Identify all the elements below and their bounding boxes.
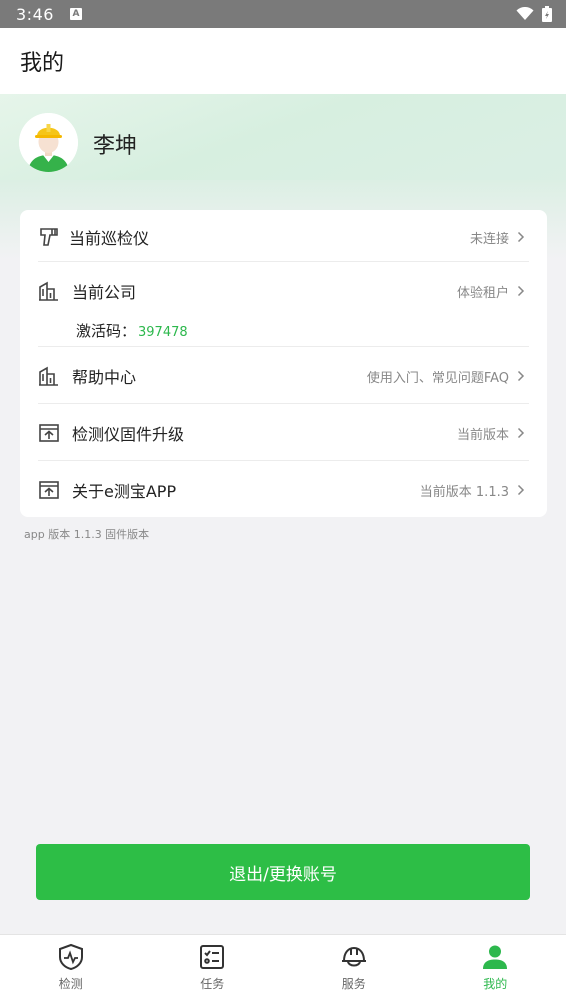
activation-code-value: 397478 (138, 325, 188, 340)
activation-code-label: 激活码： (76, 322, 137, 340)
tab-detect[interactable]: 检测 (0, 935, 142, 1006)
divider (38, 346, 529, 347)
inspection-device-icon (38, 226, 60, 248)
notification-badge-icon: A (69, 8, 82, 20)
worker-avatar-icon (19, 113, 78, 172)
logout-button[interactable]: 退出/更换账号 (36, 844, 530, 900)
settings-item-label: 当前巡检仪 (69, 229, 150, 248)
bottom-tab-bar: 检测 任务 服务 我的 (0, 934, 566, 1006)
settings-item-inspection-device[interactable]: 当前巡检仪 未连接 (38, 224, 529, 250)
settings-item-help-center[interactable]: 帮助中心 使用入门、常见问题FAQ (38, 363, 529, 389)
settings-item-label: 关于e测宝APP (72, 482, 177, 501)
tab-tasks[interactable]: 任务 (142, 935, 284, 1006)
divider (38, 261, 529, 262)
status-bar: 3:46 A (0, 0, 566, 28)
battery-icon (542, 6, 552, 22)
activation-code-row: 激活码： 397478 (76, 320, 188, 341)
page-title: 我的 (20, 51, 65, 76)
settings-item-value: 当前版本 (456, 427, 509, 443)
version-note: app 版本 1.1.3 固件版本 (24, 528, 150, 541)
settings-item-label: 检测仪固件升级 (72, 425, 185, 444)
building-icon (38, 365, 60, 387)
tab-label: 任务 (200, 977, 225, 991)
settings-card: 当前巡检仪 未连接 当前公司 体验租户 激活码： 397478 帮助中心 使用入… (20, 210, 547, 517)
wifi-icon (516, 7, 534, 20)
chevron-right-icon (517, 370, 529, 382)
settings-item-firmware-upgrade[interactable]: 检测仪固件升级 当前版本 (38, 420, 529, 446)
tab-label: 我的 (483, 977, 508, 991)
settings-item-value: 使用入门、常见问题FAQ (366, 370, 509, 386)
user-name: 李坤 (93, 134, 138, 159)
settings-item-value: 未连接 (469, 231, 509, 247)
tab-service[interactable]: 服务 (283, 935, 425, 1006)
checklist-icon (200, 945, 225, 969)
settings-item-about-app[interactable]: 关于e测宝APP 当前版本 1.1.3 (38, 477, 529, 503)
upgrade-icon (38, 479, 60, 501)
tab-label: 服务 (341, 977, 366, 991)
chevron-right-icon (517, 285, 529, 297)
settings-item-label: 帮助中心 (72, 368, 137, 387)
settings-item-value: 体验租户 (456, 285, 509, 301)
divider (38, 403, 529, 404)
divider (38, 460, 529, 461)
chevron-right-icon (517, 427, 529, 439)
person-icon (483, 945, 508, 969)
shield-pulse-icon (58, 943, 83, 971)
chevron-right-icon (517, 484, 529, 496)
building-icon (38, 280, 60, 302)
chevron-right-icon (517, 231, 529, 243)
settings-item-value: 当前版本 1.1.3 (419, 484, 509, 500)
settings-item-label: 当前公司 (72, 283, 137, 302)
app-bar: 我的 (0, 28, 566, 94)
helmet-icon (341, 946, 366, 967)
upgrade-icon (38, 422, 60, 444)
tab-label: 检测 (58, 977, 83, 991)
avatar[interactable] (19, 113, 78, 172)
settings-item-company[interactable]: 当前公司 体验租户 (38, 278, 529, 304)
status-time: 3:46 (16, 4, 54, 24)
tab-mine[interactable]: 我的 (425, 935, 566, 1006)
